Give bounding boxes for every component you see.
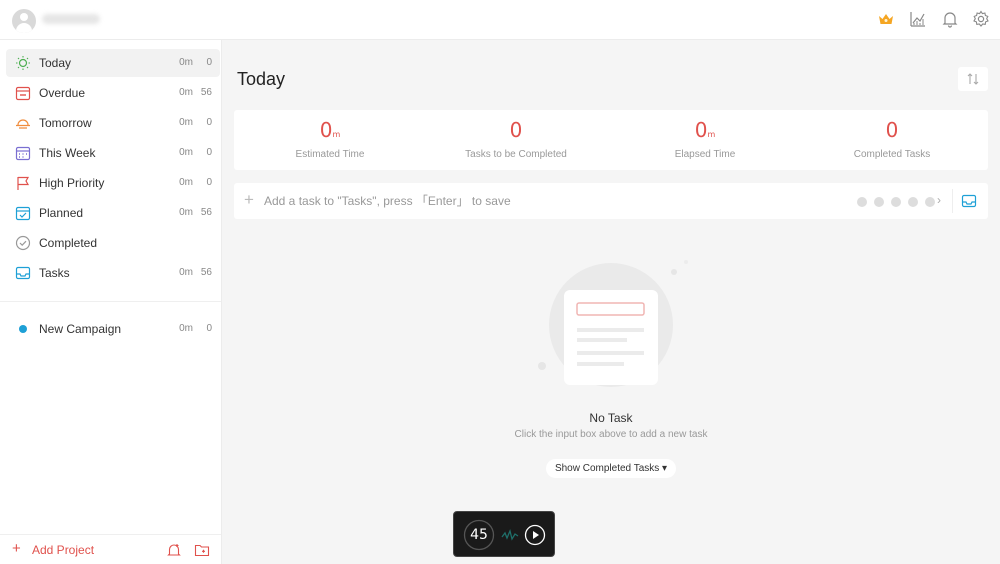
- settings-gear-icon[interactable]: [972, 10, 990, 28]
- empty-state-subtitle: Click the input box above to add a new t…: [514, 429, 708, 440]
- play-icon[interactable]: [524, 524, 546, 546]
- add-task-bar: + ›: [234, 183, 988, 219]
- sidebar-item-count: 56: [200, 267, 212, 278]
- add-project-label: Add Project: [32, 543, 95, 557]
- stat-value: 0: [509, 118, 523, 142]
- sidebar-item-this-week[interactable]: This Week 0m 0: [6, 139, 220, 167]
- sidebar-item-label: Tasks: [39, 266, 70, 280]
- stat-caption: Tasks to be Completed: [465, 149, 567, 160]
- crown-icon[interactable]: [877, 10, 895, 28]
- show-completed-tasks-button[interactable]: Show Completed Tasks ▾: [546, 459, 676, 478]
- project-label: New Campaign: [39, 322, 122, 336]
- stat-value: 0m: [694, 118, 716, 142]
- sidebar-item-count: 56: [200, 207, 212, 218]
- sidebar-divider: [0, 301, 221, 302]
- sidebar-item-time: 0m: [179, 57, 193, 68]
- project-count: 0: [206, 323, 212, 334]
- stat-tasks-to-complete: 0 Tasks to be Completed: [422, 110, 610, 170]
- pomodoro-estimate-icon[interactable]: [857, 197, 867, 207]
- overdue-calendar-icon: [15, 86, 31, 101]
- sidebar-item-today[interactable]: Today 0m 0: [6, 49, 220, 77]
- sidebar: Today 0m 0 Overdue 0m 56 Tomorrow 0m 0 T…: [0, 40, 222, 564]
- divider: [952, 189, 953, 213]
- project-time: 0m: [179, 323, 193, 334]
- avatar[interactable]: [12, 9, 36, 33]
- plus-icon: +: [244, 190, 254, 209]
- sidebar-item-label: Tomorrow: [39, 116, 92, 130]
- flag-icon: [17, 176, 30, 190]
- empty-tasks-illustration: [538, 260, 688, 387]
- project-color-dot: [19, 325, 27, 333]
- pomodoro-estimate-icon[interactable]: [874, 197, 884, 207]
- add-folder-icon[interactable]: [194, 542, 210, 558]
- stat-elapsed-time: 0m Elapsed Time: [611, 110, 799, 170]
- stat-unit: m: [332, 130, 341, 139]
- sidebar-item-time: 0m: [179, 117, 193, 128]
- inbox-icon: [15, 266, 31, 280]
- pomodoro-estimate-icon[interactable]: [891, 197, 901, 207]
- username-blurred[interactable]: [42, 14, 100, 24]
- sidebar-item-count: 0: [206, 117, 212, 128]
- sidebar-item-time: 0m: [179, 267, 193, 278]
- sort-arrows-icon: [967, 73, 979, 85]
- planned-calendar-icon: [15, 206, 31, 221]
- sun-icon: [16, 56, 30, 70]
- pomodoro-estimate-icon[interactable]: [925, 197, 935, 207]
- bell-icon[interactable]: [941, 10, 959, 28]
- sidebar-item-label: Today: [39, 56, 72, 70]
- sidebar-item-time: 0m: [179, 147, 193, 158]
- add-task-input[interactable]: [264, 191, 824, 211]
- sidebar-footer: + Add Project: [0, 534, 221, 564]
- sidebar-item-count: 0: [206, 147, 212, 158]
- inbox-icon[interactable]: [961, 193, 977, 209]
- sidebar-item-label: This Week: [39, 146, 96, 160]
- plus-icon: +: [12, 540, 21, 557]
- stat-estimated-time: 0m Estimated Time: [236, 110, 424, 170]
- add-reminder-icon[interactable]: [166, 542, 182, 558]
- week-calendar-icon: [15, 146, 31, 161]
- sidebar-item-count: 0: [206, 57, 212, 68]
- page-title: Today: [237, 69, 286, 89]
- sidebar-item-label: Completed: [39, 236, 98, 250]
- sidebar-item-time: 0m: [179, 177, 193, 188]
- sidebar-item-time: 0m: [179, 87, 193, 98]
- sidebar-item-tasks[interactable]: Tasks 0m 56: [6, 259, 220, 287]
- stat-completed-tasks: 0 Completed Tasks: [798, 110, 986, 170]
- stat-caption: Elapsed Time: [674, 149, 736, 160]
- sidebar-item-label: Planned: [39, 206, 84, 220]
- sunset-icon: [16, 119, 30, 129]
- sidebar-item-high-priority[interactable]: High Priority 0m 0: [6, 169, 220, 197]
- sidebar-item-tomorrow[interactable]: Tomorrow 0m 0: [6, 109, 220, 137]
- sidebar-item-time: 0m: [179, 207, 193, 218]
- statistics-icon[interactable]: [909, 10, 927, 28]
- sidebar-item-overdue[interactable]: Overdue 0m 56: [6, 79, 220, 107]
- timer-value: 45: [470, 527, 488, 543]
- stat-value: 0: [885, 118, 899, 142]
- sidebar-item-label: Overdue: [39, 86, 86, 100]
- sort-button[interactable]: [958, 67, 988, 91]
- stats-panel: 0m Estimated Time 0 Tasks to be Complete…: [234, 110, 988, 170]
- timer-wave-icon: [501, 528, 519, 541]
- pomodoro-mini-timer[interactable]: 45: [453, 511, 555, 557]
- sidebar-item-planned[interactable]: Planned 0m 56: [6, 199, 220, 227]
- top-bar: [0, 0, 1000, 40]
- sidebar-item-count: 0: [206, 177, 212, 188]
- project-item-new-campaign[interactable]: New Campaign 0m 0: [6, 315, 220, 343]
- sidebar-item-count: 56: [200, 87, 212, 98]
- empty-state-title: No Task: [589, 411, 633, 425]
- stat-unit: m: [707, 130, 716, 139]
- pomodoro-estimate-icon[interactable]: [908, 197, 918, 207]
- check-circle-icon: [15, 235, 31, 251]
- stat-caption: Estimated Time: [295, 149, 365, 160]
- stat-value: 0m: [319, 118, 341, 142]
- sidebar-item-label: High Priority: [39, 176, 105, 190]
- stat-caption: Completed Tasks: [853, 149, 931, 160]
- main-panel: Today 0m Estimated Time 0 Tasks to be Co…: [222, 40, 1000, 564]
- chevron-right-icon[interactable]: ›: [937, 193, 941, 207]
- sidebar-item-completed[interactable]: Completed: [6, 229, 220, 257]
